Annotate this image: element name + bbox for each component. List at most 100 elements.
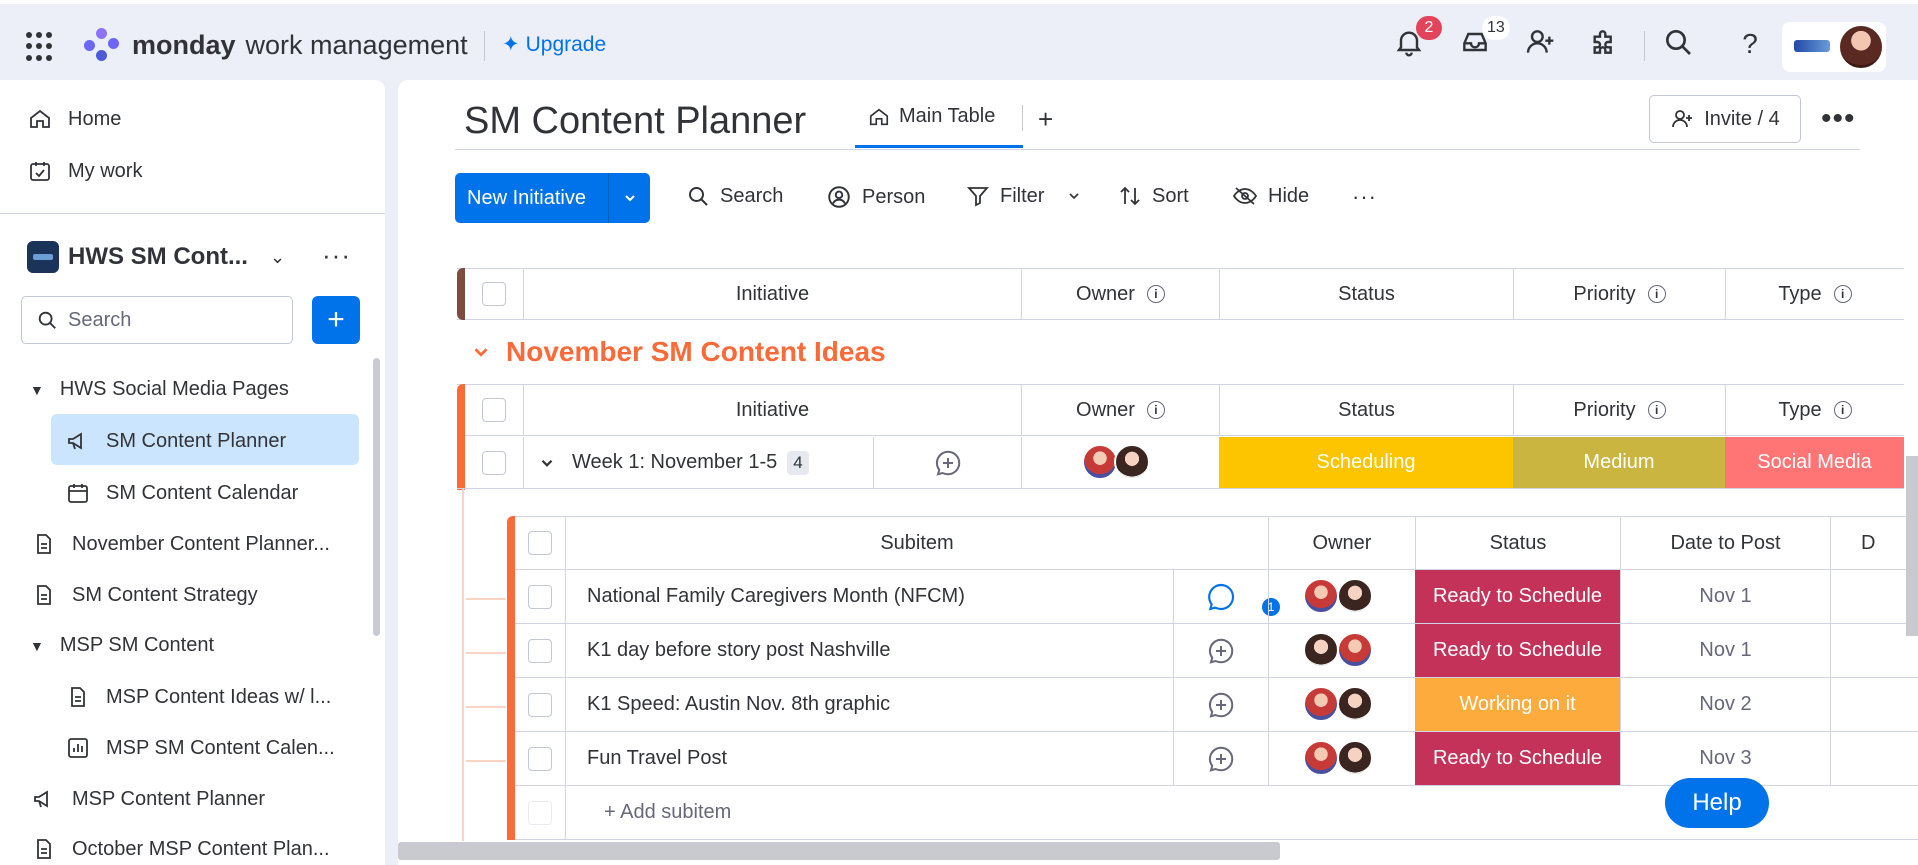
apps-grid-icon[interactable]: [26, 32, 56, 62]
subitem-updates-cell[interactable]: 1: [1173, 570, 1280, 623]
search-icon[interactable]: [1662, 26, 1698, 62]
add-update-icon[interactable]: [1206, 744, 1236, 774]
updates-icon[interactable]: [1205, 581, 1237, 613]
subitem-name[interactable]: Fun Travel Post: [587, 747, 727, 770]
subitem-owner-cell[interactable]: [1268, 732, 1415, 785]
column-header-next[interactable]: D: [1830, 517, 1918, 569]
sidebar-item-msp-sm-content-calendar[interactable]: MSP SM Content Calen...: [66, 736, 335, 760]
board-more-icon[interactable]: •••: [1821, 102, 1856, 136]
column-header-type[interactable]: Type i: [1725, 269, 1904, 319]
account-menu[interactable]: [1782, 22, 1886, 72]
upgrade-link[interactable]: ✦ Upgrade: [502, 32, 606, 57]
column-header-initiative[interactable]: Initiative: [523, 385, 1021, 435]
sidebar-scrollbar[interactable]: [373, 358, 380, 636]
item-name[interactable]: Week 1: November 1-5: [572, 451, 777, 474]
subitem-next-cell[interactable]: [1830, 624, 1918, 677]
product-logo[interactable]: monday work management: [82, 26, 468, 64]
help-question-icon[interactable]: ?: [1732, 26, 1768, 62]
info-icon[interactable]: i: [1833, 285, 1852, 303]
subitem-row[interactable]: K1 Speed: Austin Nov. 8th graphic Workin…: [515, 678, 1918, 732]
subitem-updates-cell[interactable]: [1173, 678, 1268, 731]
select-group-checkbox[interactable]: [482, 398, 506, 422]
subitem-count-badge[interactable]: 4: [787, 450, 809, 475]
priority-cell[interactable]: Medium: [1513, 437, 1725, 488]
table-row[interactable]: Week 1: November 1-5 4 Scheduling Medium…: [457, 437, 1904, 489]
add-view-button[interactable]: +: [1038, 104, 1053, 135]
vertical-scrollbar[interactable]: [1906, 456, 1918, 636]
subitem-updates-cell[interactable]: [1173, 624, 1268, 677]
add-update-icon[interactable]: [1206, 636, 1236, 666]
tab-main-table[interactable]: Main Table: [868, 105, 995, 128]
add-update-icon[interactable]: [1206, 690, 1236, 720]
info-icon[interactable]: i: [1146, 285, 1165, 303]
subitem-status-cell[interactable]: Ready to Schedule: [1415, 570, 1620, 623]
column-header-priority[interactable]: Priority i: [1513, 269, 1725, 319]
subitem-name[interactable]: K1 day before story post Nashville: [587, 639, 891, 662]
item-name-cell[interactable]: Week 1: November 1-5 4: [523, 437, 873, 488]
toolbar-sort-button[interactable]: Sort: [1118, 184, 1189, 208]
subitem-name-cell[interactable]: K1 day before story post Nashville: [565, 624, 1173, 677]
subitem-owner-cell[interactable]: [1268, 678, 1415, 731]
subitem-name-cell[interactable]: National Family Caregivers Month (NFCM): [565, 570, 1173, 623]
sidebar-item-my-work[interactable]: My work: [28, 159, 142, 183]
status-cell[interactable]: Scheduling: [1219, 437, 1513, 488]
subitem-owner-cell[interactable]: [1268, 624, 1415, 677]
invite-members-icon[interactable]: [1524, 26, 1560, 62]
subitem-next-cell[interactable]: [1830, 570, 1918, 623]
chevron-down-icon[interactable]: [1066, 188, 1082, 204]
column-header-initiative[interactable]: Initiative: [523, 269, 1021, 319]
info-icon[interactable]: i: [1647, 401, 1666, 419]
group-title[interactable]: November SM Content Ideas: [506, 336, 886, 368]
sidebar-item-home[interactable]: Home: [28, 107, 121, 131]
subitem-status-cell[interactable]: Ready to Schedule: [1415, 732, 1620, 785]
select-all-checkbox[interactable]: [482, 282, 506, 306]
add-board-button[interactable]: +: [312, 296, 360, 344]
subitem-status-cell[interactable]: Ready to Schedule: [1415, 624, 1620, 677]
column-header-owner[interactable]: Owner i: [1021, 269, 1219, 319]
column-header-sub-status[interactable]: Status: [1415, 517, 1620, 569]
info-icon[interactable]: i: [1647, 285, 1666, 303]
horizontal-scrollbar[interactable]: [398, 842, 1280, 860]
column-header-subitem[interactable]: Subitem: [565, 517, 1268, 569]
owner-cell[interactable]: [1021, 437, 1219, 488]
workspace-selector[interactable]: HWS SM Cont... ⌄: [68, 243, 285, 271]
sidebar-item-november-content-planner[interactable]: November Content Planner...: [32, 532, 330, 556]
group-header[interactable]: November SM Content Ideas: [470, 336, 886, 368]
add-update-icon[interactable]: [933, 448, 963, 478]
column-header-owner[interactable]: Owner i: [1021, 385, 1219, 435]
add-subitem-input[interactable]: + Add subitem: [565, 786, 865, 839]
subitem-checkbox[interactable]: [528, 638, 552, 663]
subitem-row[interactable]: National Family Caregivers Month (NFCM) …: [515, 570, 1918, 624]
column-header-date-to-post[interactable]: Date to Post: [1620, 517, 1830, 569]
updates-cell[interactable]: [873, 437, 1021, 488]
sidebar-item-sm-content-strategy[interactable]: SM Content Strategy: [32, 583, 258, 607]
subitem-row[interactable]: K1 day before story post Nashville Ready…: [515, 624, 1918, 678]
column-header-sub-owner[interactable]: Owner: [1268, 517, 1415, 569]
column-header-priority[interactable]: Priority i: [1513, 385, 1725, 435]
toolbar-hide-button[interactable]: Hide: [1232, 184, 1309, 208]
sidebar-item-msp-content-ideas[interactable]: MSP Content Ideas w/ l...: [66, 685, 331, 709]
subitem-name-cell[interactable]: Fun Travel Post: [565, 732, 1173, 785]
toolbar-search-button[interactable]: Search: [686, 184, 783, 208]
invite-button[interactable]: Invite / 4: [1649, 95, 1801, 143]
sidebar-folder-hws-social-media-pages[interactable]: ▼ HWS Social Media Pages: [30, 378, 289, 401]
sidebar-folder-msp-sm-content[interactable]: ▼ MSP SM Content: [30, 634, 214, 657]
type-cell[interactable]: Social Media: [1725, 437, 1904, 488]
new-initiative-button[interactable]: New Initiative: [455, 173, 650, 223]
toolbar-more-icon[interactable]: ···: [1352, 184, 1377, 210]
toolbar-person-button[interactable]: Person: [826, 184, 925, 210]
sidebar-item-sm-content-calendar[interactable]: SM Content Calendar: [66, 481, 298, 505]
toolbar-filter-button[interactable]: Filter: [966, 184, 1082, 208]
chevron-down-icon[interactable]: [608, 173, 650, 223]
board-title[interactable]: SM Content Planner: [464, 100, 806, 143]
subitem-date-cell[interactable]: Nov 2: [1620, 678, 1830, 731]
subitem-name-cell[interactable]: K1 Speed: Austin Nov. 8th graphic: [565, 678, 1173, 731]
subitem-date-cell[interactable]: Nov 1: [1620, 570, 1830, 623]
sidebar-item-sm-content-planner[interactable]: SM Content Planner: [66, 429, 286, 453]
subitem-checkbox[interactable]: [528, 746, 552, 771]
workspace-more-icon[interactable]: ···: [322, 240, 351, 271]
column-header-status[interactable]: Status: [1219, 385, 1513, 435]
subitem-next-cell[interactable]: [1830, 732, 1918, 785]
column-header-status[interactable]: Status: [1219, 269, 1513, 319]
sidebar-item-msp-content-planner[interactable]: MSP Content Planner: [32, 787, 265, 811]
